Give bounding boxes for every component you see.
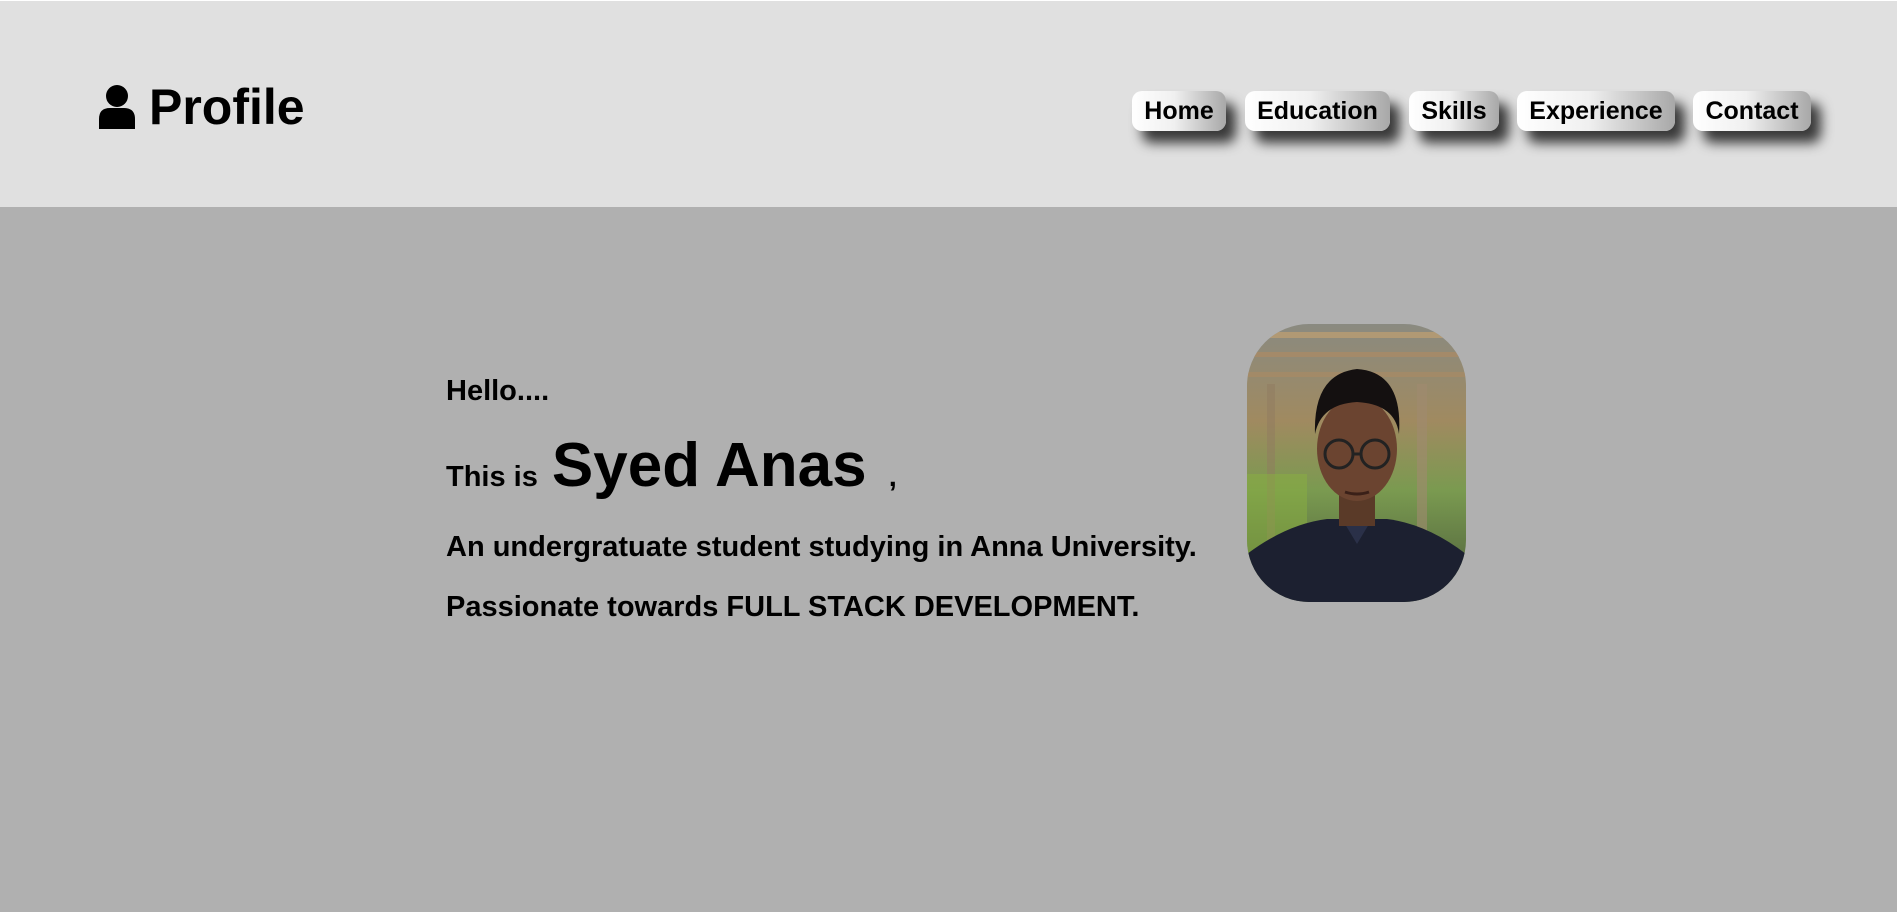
intro-prefix: This is	[446, 461, 538, 493]
education-summary: An undergratuate student studying in Ann…	[446, 531, 1197, 563]
main-nav: Home Education Skills Experience Contact	[0, 91, 1897, 131]
nav-skills-button[interactable]: Skills	[1409, 91, 1499, 131]
site-header: Profile Home Education Skills Experience…	[0, 0, 1897, 207]
greeting-text: Hello....	[446, 375, 550, 407]
intro-line: This is Syed Anas ,	[446, 432, 897, 511]
intro-suffix: ,	[888, 461, 897, 493]
profile-photo	[1247, 324, 1466, 602]
passion-summary: Passionate towards FULL STACK DEVELOPMEN…	[446, 591, 1140, 623]
nav-education-button[interactable]: Education	[1245, 91, 1390, 131]
nav-home-button[interactable]: Home	[1132, 91, 1226, 131]
nav-contact-button[interactable]: Contact	[1693, 91, 1811, 131]
person-name: Syed Anas	[551, 431, 867, 500]
nav-experience-button[interactable]: Experience	[1517, 91, 1675, 131]
